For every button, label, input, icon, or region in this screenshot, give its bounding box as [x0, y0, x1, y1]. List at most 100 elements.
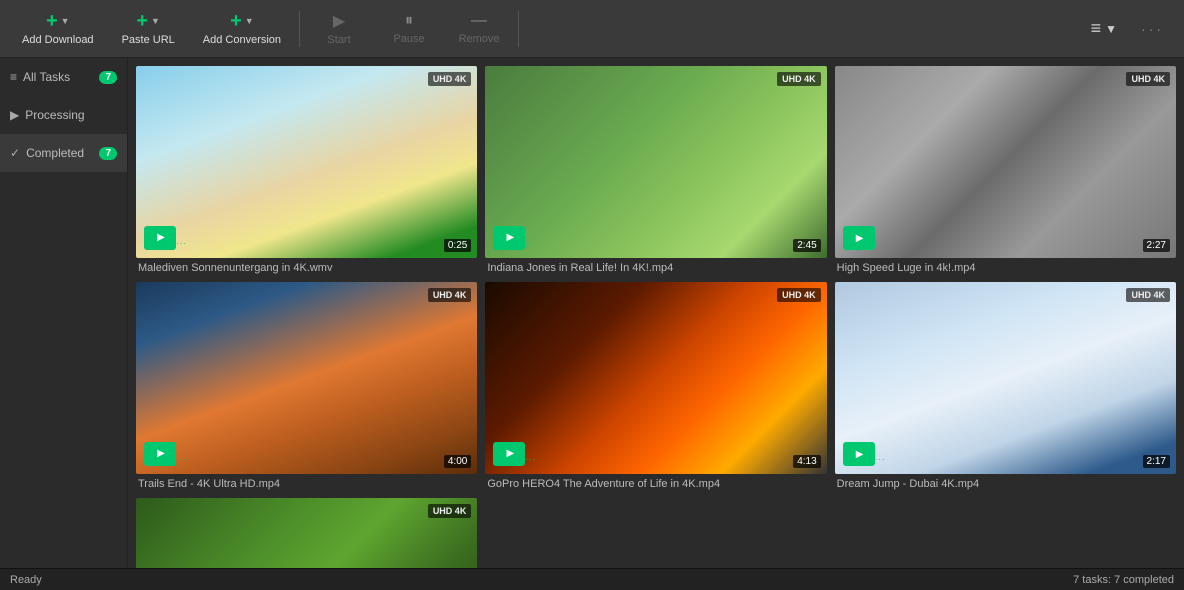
video-title: Dream Jump - Dubai 4K.mp4: [835, 478, 1176, 490]
remove-button[interactable]: — Remove: [444, 6, 514, 51]
video-title: GoPro HERO4 The Adventure of Life in 4K.…: [485, 478, 826, 490]
video-duration: 0:25: [444, 239, 471, 252]
video-thumbnail: UHD 4K 4:13 ···: [485, 282, 826, 474]
dropdown-arrow-icon: ▼: [61, 16, 70, 26]
list-icon: ≡: [10, 70, 17, 84]
thumb-background: [835, 66, 1176, 258]
thumb-background: [136, 498, 477, 568]
play-overlay-button[interactable]: [493, 442, 525, 466]
video-thumbnail: UHD 4K 0:25 ···: [136, 66, 477, 258]
sidebar-item-completed[interactable]: ✓ Completed 7: [0, 134, 127, 172]
video-title: Indiana Jones in Real Life! In 4K!.mp4: [485, 262, 826, 274]
thumb-background: [485, 282, 826, 474]
toolbar: + ▼ Add Download + ▼ Paste URL + ▼ Add C…: [0, 0, 1184, 58]
content-area: UHD 4K 0:25 ··· Malediven Sonnenuntergan…: [128, 58, 1184, 568]
video-item[interactable]: UHD 4K 0:25 ··· Malediven Sonnenuntergan…: [136, 66, 477, 274]
play-overlay-button[interactable]: [493, 226, 525, 250]
all-tasks-badge: 7: [99, 71, 117, 84]
pause-label: Pause: [393, 33, 424, 45]
add-download-button[interactable]: + ▼ Add Download: [8, 5, 108, 52]
paste-dropdown-arrow-icon: ▼: [151, 16, 160, 26]
video-thumbnail: UHD 4K 2:27 ···: [835, 66, 1176, 258]
video-thumbnail: UHD 4K ···: [136, 498, 477, 568]
thumb-background: [485, 66, 826, 258]
conversion-dropdown-arrow-icon: ▼: [245, 16, 254, 26]
paste-url-label: Paste URL: [122, 34, 175, 46]
add-conversion-button[interactable]: + ▼ Add Conversion: [189, 5, 295, 52]
video-title: Trails End - 4K Ultra HD.mp4: [136, 478, 477, 490]
video-duration: 2:27: [1143, 239, 1170, 252]
play-overlay-button[interactable]: [843, 442, 875, 466]
video-title: High Speed Luge in 4k!.mp4: [835, 262, 1176, 274]
toolbar-divider-2: [518, 11, 519, 47]
thumb-background: [136, 282, 477, 474]
video-item[interactable]: UHD 4K 4:00 ··· Trails End - 4K Ultra HD…: [136, 282, 477, 490]
video-thumbnail: UHD 4K 2:17 ···: [835, 282, 1176, 474]
play-overlay-button[interactable]: [843, 226, 875, 250]
thumb-background: [136, 66, 477, 258]
sidebar-all-tasks-label: All Tasks: [23, 70, 70, 84]
sidebar-processing-label: Processing: [25, 108, 84, 122]
hamburger-dropdown-icon: ▼: [1105, 22, 1117, 36]
video-item[interactable]: UHD 4K 2:27 ··· High Speed Luge in 4k!.m…: [835, 66, 1176, 274]
sidebar-completed-label: Completed: [26, 146, 84, 160]
status-left: Ready: [10, 574, 42, 586]
uhd-badge: UHD 4K: [1126, 288, 1170, 302]
video-duration: 4:13: [793, 455, 820, 468]
hamburger-icon: ≡: [1091, 18, 1102, 39]
play-dots: ···: [875, 239, 886, 248]
uhd-badge: UHD 4K: [777, 72, 821, 86]
completed-icon: ✓: [10, 146, 20, 160]
video-item[interactable]: UHD 4K 4:13 ··· GoPro HERO4 The Adventur…: [485, 282, 826, 490]
play-overlay-button[interactable]: [144, 226, 176, 250]
sidebar: ≡ All Tasks 7 ▶ Processing ✓ Completed 7: [0, 58, 128, 568]
play-dots: ···: [875, 455, 886, 464]
more-options-button[interactable]: ···: [1129, 13, 1176, 45]
completed-badge: 7: [99, 147, 117, 160]
paste-url-button[interactable]: + ▼ Paste URL: [108, 5, 189, 52]
play-dots: ···: [176, 239, 187, 248]
main-area: ≡ All Tasks 7 ▶ Processing ✓ Completed 7…: [0, 58, 1184, 568]
hamburger-menu-button[interactable]: ≡ ▼: [1079, 10, 1129, 47]
sidebar-item-all-tasks[interactable]: ≡ All Tasks 7: [0, 58, 127, 96]
thumb-background: [835, 282, 1176, 474]
remove-icon: —: [471, 12, 487, 30]
add-download-icon-area: + ▼: [46, 11, 70, 31]
video-item[interactable]: UHD 4K 2:17 ··· Dream Jump - Dubai 4K.mp…: [835, 282, 1176, 490]
statusbar: Ready 7 tasks: 7 completed: [0, 568, 1184, 590]
add-conversion-label: Add Conversion: [203, 34, 281, 46]
play-dots: ···: [176, 455, 187, 464]
start-label: Start: [327, 34, 350, 46]
uhd-badge: UHD 4K: [1126, 72, 1170, 86]
video-grid: UHD 4K 0:25 ··· Malediven Sonnenuntergan…: [136, 66, 1176, 568]
uhd-badge: UHD 4K: [428, 504, 472, 518]
add-conversion-icon-area: + ▼: [230, 11, 254, 31]
start-icon: ▶: [333, 11, 345, 31]
uhd-badge: UHD 4K: [428, 288, 472, 302]
video-item[interactable]: UHD 4K ···: [136, 498, 477, 568]
uhd-badge: UHD 4K: [777, 288, 821, 302]
pause-button[interactable]: ⏸ Pause: [374, 6, 444, 51]
conversion-plus-icon: +: [230, 11, 242, 31]
start-button[interactable]: ▶ Start: [304, 5, 374, 52]
pause-icon: ⏸: [405, 12, 413, 30]
play-dots: ···: [525, 455, 536, 464]
video-duration: 2:17: [1143, 455, 1170, 468]
video-thumbnail: UHD 4K 4:00 ···: [136, 282, 477, 474]
play-dots: ···: [525, 239, 536, 248]
video-duration: 4:00: [444, 455, 471, 468]
uhd-badge: UHD 4K: [428, 72, 472, 86]
paste-plus-icon: +: [136, 11, 148, 31]
video-item[interactable]: UHD 4K 2:45 ··· Indiana Jones in Real Li…: [485, 66, 826, 274]
status-right: 7 tasks: 7 completed: [1073, 574, 1174, 586]
video-thumbnail: UHD 4K 2:45 ···: [485, 66, 826, 258]
plus-icon: +: [46, 11, 58, 31]
play-overlay-button[interactable]: [144, 442, 176, 466]
toolbar-divider-1: [299, 11, 300, 47]
remove-label: Remove: [459, 33, 500, 45]
sidebar-item-processing[interactable]: ▶ Processing: [0, 96, 127, 134]
add-download-label: Add Download: [22, 34, 94, 46]
processing-icon: ▶: [10, 108, 19, 122]
video-duration: 2:45: [793, 239, 820, 252]
paste-url-icon-area: + ▼: [136, 11, 160, 31]
